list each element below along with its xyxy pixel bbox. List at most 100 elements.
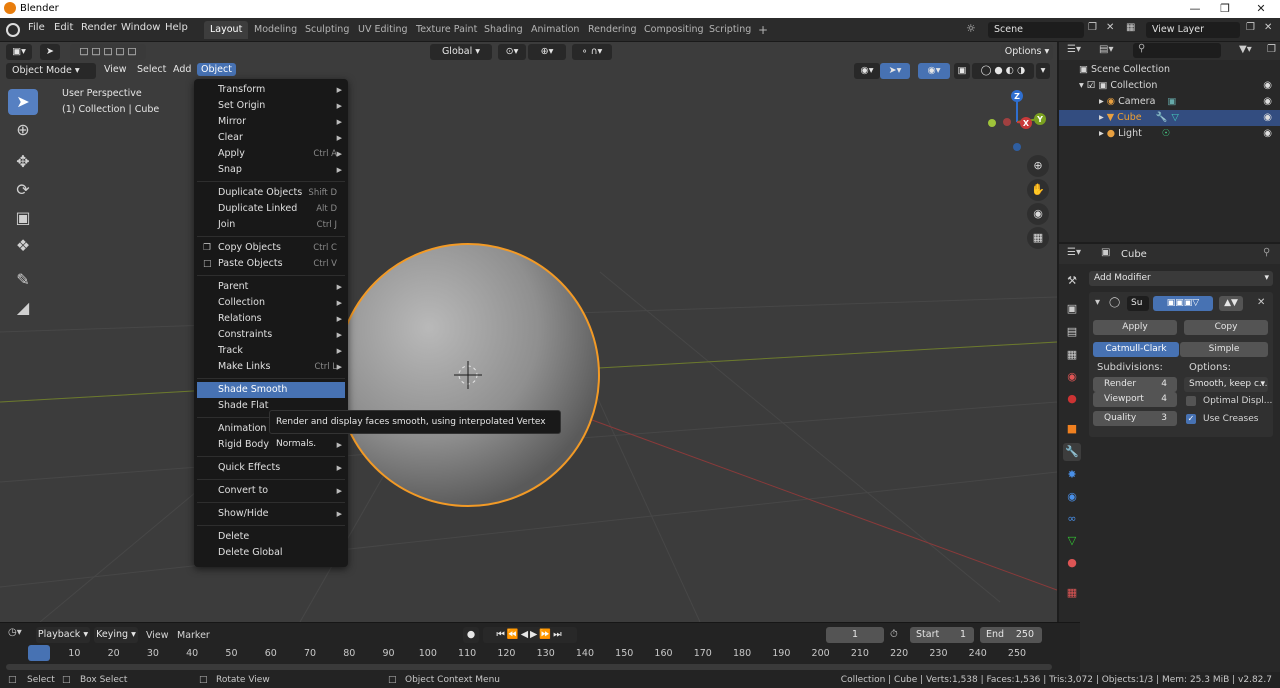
tab-modeling[interactable]: Modeling [248, 21, 303, 39]
menu-item-mirror[interactable]: Mirror ▶ [197, 114, 345, 130]
modifier-name-field[interactable]: Su [1127, 296, 1149, 311]
tab-compositing[interactable]: Compositing [638, 21, 710, 39]
cursor-tool-icon[interactable]: ⊕ [8, 117, 38, 143]
restore-icon[interactable]: ❐ [1208, 0, 1242, 18]
editor-type-button[interactable]: ▣▾ [6, 44, 32, 60]
menu-item-shade-smooth[interactable]: Shade Smooth [197, 382, 345, 398]
render-levels-field[interactable]: Render 4 [1093, 377, 1177, 392]
uv-smooth-dropdown[interactable]: Smooth, keep c... ▾ [1184, 377, 1268, 392]
display-mode-icon[interactable]: ▤▾ [1099, 44, 1113, 55]
tab-uv-editing[interactable]: UV Editing [352, 21, 414, 39]
vp-menu-add[interactable]: Add [173, 64, 191, 75]
overlay-toggle-icon[interactable]: ◉▾ [918, 63, 950, 79]
menu-item-delete[interactable]: Delete [197, 529, 345, 545]
close-icon[interactable]: ✕ [1244, 0, 1278, 18]
menu-item-show-hide[interactable]: Show/Hide ▶ [197, 506, 345, 522]
measure-tool-icon[interactable]: ◢ [8, 295, 38, 321]
timeline-scrollbar[interactable] [6, 664, 1052, 670]
physics-tab-icon[interactable]: ◉ [1063, 488, 1081, 506]
vp-menu-select[interactable]: Select [137, 64, 166, 75]
eye-icon[interactable]: ◉ [1263, 94, 1272, 110]
scale-tool-icon[interactable]: ▣ [8, 205, 38, 231]
menu-item-convert-to[interactable]: Convert to ▶ [197, 483, 345, 499]
material-tab-icon[interactable]: ● [1063, 554, 1081, 572]
shading-mode-icons[interactable]: ◯ ● ◐ ◑ [972, 63, 1034, 79]
menu-item-collection[interactable]: Collection ▶ [197, 295, 345, 311]
particles-tab-icon[interactable]: ✸ [1063, 466, 1081, 484]
menu-window[interactable]: Window [121, 22, 160, 33]
menu-item-set-origin[interactable]: Set Origin ▶ [197, 98, 345, 114]
add-modifier-dropdown[interactable]: Add Modifier ▾ [1089, 271, 1273, 286]
select-tool-icon[interactable]: ➤ [40, 44, 60, 60]
view-layer-icon[interactable]: ▦ [1126, 22, 1135, 33]
outliner-search-input[interactable]: ⚲ [1133, 43, 1221, 58]
scene-tab-icon[interactable]: ◉ [1063, 368, 1081, 386]
menu-item-relations[interactable]: Relations ▶ [197, 311, 345, 327]
outliner-row-scene-collection[interactable]: ▣ Scene Collection [1059, 62, 1280, 78]
view-layer-tab-icon[interactable]: ▦ [1063, 346, 1081, 364]
outliner-row-camera[interactable]: ▸ ◉ Camera ▣ ◉ [1059, 94, 1280, 110]
menu-edit[interactable]: Edit [54, 22, 73, 33]
catmull-clark-toggle[interactable]: Catmull-Clark [1093, 342, 1179, 357]
menu-file[interactable]: File [28, 22, 45, 33]
xray-icon[interactable]: ▣ [954, 63, 970, 79]
view-layer-field[interactable]: View Layer [1146, 22, 1240, 38]
copy-button[interactable]: Copy [1184, 320, 1268, 335]
scene-field[interactable]: Scene [988, 22, 1084, 38]
menu-item-delete-global[interactable]: Delete Global [197, 545, 345, 561]
menu-item-apply[interactable]: Apply Ctrl A ▶ [197, 146, 345, 162]
tab-sculpting[interactable]: Sculpting [299, 21, 355, 39]
delete-scene-icon[interactable]: ✕ [1106, 22, 1114, 33]
mode-dropdown[interactable]: Object Mode ▾ [6, 63, 96, 79]
menu-item-track[interactable]: Track ▶ [197, 343, 345, 359]
blender-menu-icon[interactable] [6, 23, 20, 37]
eye-icon[interactable]: ◉ [1263, 126, 1272, 142]
outliner-row-cube[interactable]: ▸ ▼ Cube 🔧 ▽ ◉ [1059, 110, 1280, 126]
vp-menu-object[interactable]: Object [197, 63, 236, 76]
menu-item-rigid-body[interactable]: Rigid Body ▶ [197, 437, 345, 453]
eye-icon[interactable]: ◉ [1263, 78, 1272, 94]
visibility-icon[interactable]: ◉▾ [854, 63, 880, 79]
tab-scripting[interactable]: Scripting [703, 21, 757, 39]
object-tab-icon[interactable]: ■ [1063, 420, 1081, 438]
tab-texture-paint[interactable]: Texture Paint [410, 21, 483, 39]
orientation-dropdown[interactable]: Global ▾ [430, 44, 492, 60]
menu-item-join[interactable]: Join Ctrl J [197, 217, 345, 233]
properties-editor-type-icon[interactable]: ☰▾ [1067, 247, 1081, 258]
tab-shading[interactable]: Shading [478, 21, 529, 39]
add-workspace-button[interactable]: + [752, 21, 774, 39]
use-creases-checkbox[interactable]: ✓ [1186, 414, 1196, 424]
camera-view-icon[interactable]: ◉ [1027, 203, 1049, 225]
pin-icon[interactable]: ⚲ [1263, 247, 1270, 258]
render-tab-icon[interactable]: ▣ [1063, 300, 1081, 318]
selection-mode-buttons[interactable]: □ □ □ □ □ [70, 44, 146, 60]
output-tab-icon[interactable]: ▤ [1063, 323, 1081, 341]
select-box-tool-icon[interactable]: ➤ [8, 89, 38, 115]
menu-item-make-links[interactable]: Make Links Ctrl L ▶ [197, 359, 345, 375]
texture-tab-icon[interactable]: ▦ [1063, 584, 1081, 602]
gizmo-toggle-icon[interactable]: ➤▾ [880, 63, 910, 79]
constraints-tab-icon[interactable]: ∞ [1063, 510, 1081, 528]
checkbox-icon[interactable]: ☑ [1087, 80, 1099, 91]
menu-item-paste-objects[interactable]: □ Paste Objects Ctrl V [197, 256, 345, 272]
options-dropdown[interactable]: Options ▾ [1001, 44, 1053, 60]
move-up-down-icons[interactable]: ▲▼ [1219, 296, 1243, 311]
new-collection-icon[interactable]: ❐ [1267, 44, 1276, 55]
pivot-icon[interactable]: ⊙▾ [498, 44, 526, 60]
simple-toggle[interactable]: Simple [1180, 342, 1268, 357]
menu-item-clear[interactable]: Clear ▶ [197, 130, 345, 146]
modifier-tab-icon[interactable]: 🔧 [1063, 443, 1081, 461]
tab-layout[interactable]: Layout [204, 21, 249, 39]
mesh-data-tab-icon[interactable]: ▽ [1063, 532, 1081, 550]
perspective-toggle-icon[interactable]: ▦ [1027, 227, 1049, 249]
menu-help[interactable]: Help [165, 22, 188, 33]
scene-icon[interactable]: ☼ [966, 22, 976, 35]
world-tab-icon[interactable]: ● [1063, 390, 1081, 408]
tab-rendering[interactable]: Rendering [582, 21, 643, 39]
quality-field[interactable]: Quality 3 [1093, 411, 1177, 426]
remove-modifier-icon[interactable]: ✕ [1257, 297, 1265, 308]
tab-animation[interactable]: Animation [525, 21, 585, 39]
proportional-edit-icon[interactable]: ∘ ∩▾ [572, 44, 612, 60]
shading-options-icon[interactable]: ▾ [1036, 63, 1050, 79]
menu-item-transform[interactable]: Transform ▶ [197, 82, 345, 98]
